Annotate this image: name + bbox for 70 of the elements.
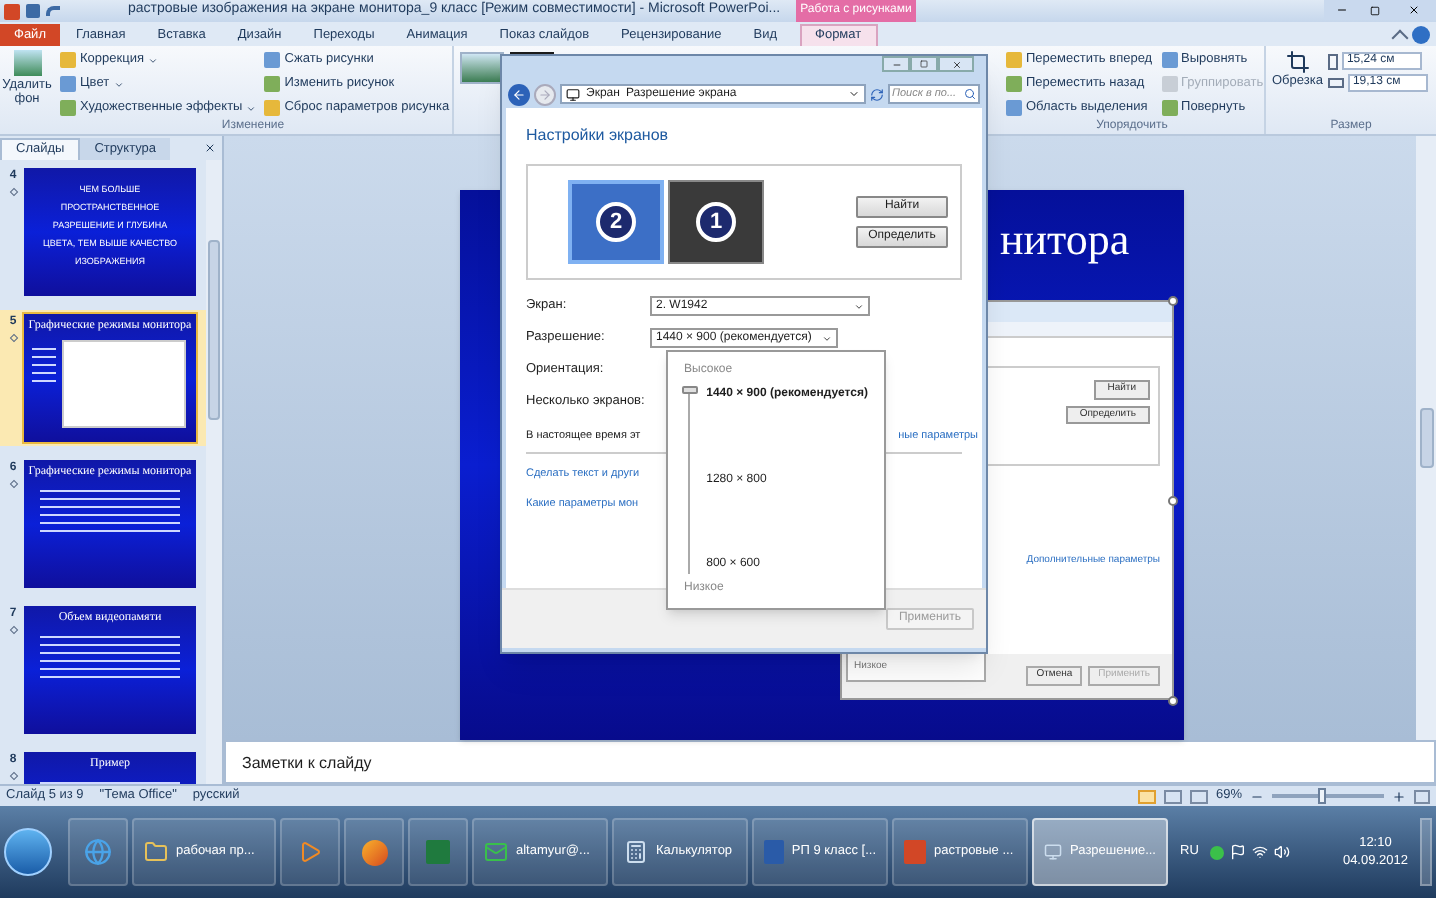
scrollbar[interactable]	[1416, 136, 1436, 740]
monitor-icon	[1044, 840, 1063, 864]
maximize-icon	[920, 60, 928, 68]
minimize-button[interactable]	[882, 56, 910, 72]
app-logo-icon	[4, 3, 20, 19]
play-icon	[298, 840, 322, 864]
minimize-icon	[891, 59, 901, 69]
refresh-icon[interactable]	[870, 87, 884, 101]
taskbar-button[interactable]	[280, 818, 340, 886]
close-button[interactable]	[938, 56, 974, 72]
notes-field[interactable]: Заметки к слайду	[224, 740, 1436, 784]
minimize-button[interactable]	[1324, 0, 1358, 20]
globe-icon	[84, 838, 112, 866]
close-icon[interactable]	[204, 142, 216, 154]
monitor-tile[interactable]: 1	[668, 180, 764, 264]
dropdown-icon[interactable]	[848, 88, 860, 100]
arrow-left-icon	[512, 87, 526, 101]
undo-icon[interactable]	[46, 6, 60, 16]
caret-icon	[246, 103, 257, 113]
search-icon[interactable]	[964, 88, 976, 100]
fit-slide-icon[interactable]	[1414, 789, 1430, 803]
help-icon[interactable]	[1412, 26, 1430, 44]
volume-icon[interactable]	[1274, 844, 1291, 860]
forward-button[interactable]	[534, 83, 556, 105]
text-lines-drawing	[32, 348, 56, 382]
minimize-icon	[1335, 4, 1347, 16]
caret-icon	[147, 55, 158, 65]
scrollbar[interactable]	[206, 160, 222, 784]
taskbar-button[interactable]	[344, 818, 404, 886]
monitor-icon	[566, 87, 580, 101]
show-desktop-button[interactable]	[1420, 818, 1432, 886]
monitor-tile[interactable]: 2	[568, 180, 664, 264]
calculator-icon	[624, 840, 648, 864]
resize-handle[interactable]	[1168, 696, 1178, 706]
fox-globe-icon	[361, 839, 387, 865]
back-button[interactable]	[508, 83, 530, 105]
arrow-right-icon	[538, 87, 552, 101]
document-icon	[764, 840, 784, 864]
network-icon[interactable]	[1252, 844, 1269, 860]
caret-icon	[854, 301, 864, 311]
zoom-in-icon[interactable]	[1392, 789, 1406, 803]
close-icon	[1408, 4, 1420, 16]
presentation-icon	[904, 840, 926, 864]
resize-handle[interactable]	[1168, 496, 1178, 506]
start-button[interactable]	[4, 828, 52, 876]
mail-icon	[484, 840, 508, 864]
height-icon	[1328, 53, 1339, 69]
width-icon	[1328, 78, 1345, 88]
picture-style-thumbnail[interactable]	[460, 52, 504, 84]
maximize-icon	[1370, 5, 1380, 15]
reading-view-icon[interactable]	[1189, 789, 1208, 803]
crop-icon	[1285, 50, 1310, 74]
slider-thumb[interactable]	[681, 386, 698, 394]
picture-icon	[13, 50, 41, 76]
spreadsheet-icon	[426, 840, 450, 864]
dialog-heading: Настройки экранов	[526, 124, 671, 148]
caret-icon	[822, 333, 832, 343]
slide-sorter-icon[interactable]	[1163, 789, 1182, 803]
taskbar-button[interactable]	[408, 818, 468, 886]
screenshot-thumbnail	[62, 340, 186, 428]
resolution-slider[interactable]	[684, 386, 695, 574]
tray-app-icon	[1210, 845, 1225, 859]
taskbar-button[interactable]	[68, 818, 128, 886]
action-center-icon[interactable]	[1230, 844, 1247, 860]
zoom-thumb[interactable]	[1318, 788, 1327, 804]
folder-icon	[144, 840, 168, 864]
slide-title: нитора	[1000, 218, 1130, 262]
resize-handle[interactable]	[1168, 296, 1178, 306]
normal-view-icon[interactable]	[1137, 789, 1156, 803]
caret-icon	[113, 79, 124, 89]
